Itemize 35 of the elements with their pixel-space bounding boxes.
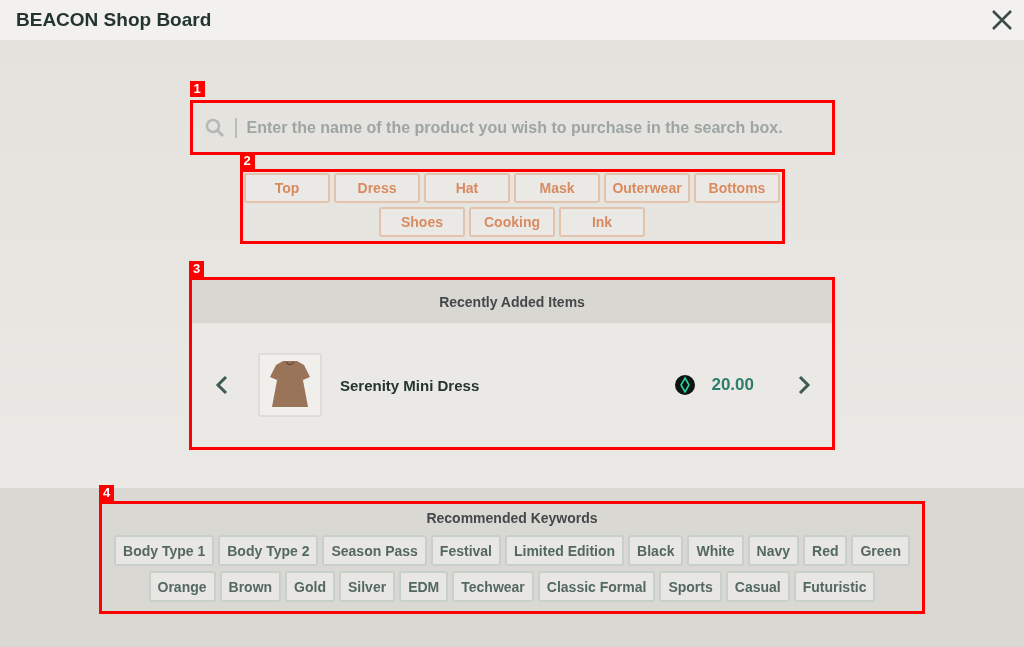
keyword-button[interactable]: Sports: [659, 571, 722, 602]
panel-title: Recently Added Items: [439, 293, 585, 310]
callout-number: 3: [189, 261, 205, 277]
close-icon[interactable]: [990, 8, 1014, 32]
keyword-button[interactable]: Body Type 1: [114, 535, 215, 566]
keyword-button[interactable]: Season Pass: [322, 535, 427, 566]
keyword-button[interactable]: Red: [803, 535, 848, 566]
keyword-button[interactable]: Classic Formal: [537, 571, 656, 602]
callout-number: 1: [189, 81, 205, 97]
keyword-button[interactable]: White: [687, 535, 744, 566]
keyword-button[interactable]: Green: [851, 535, 910, 566]
keyword-button[interactable]: Body Type 2: [218, 535, 319, 566]
product-name: Serenity Mini Dress: [340, 376, 481, 394]
callout-number: 2: [239, 153, 255, 169]
keyword-button[interactable]: Orange: [148, 571, 216, 602]
keyword-button[interactable]: Festival: [430, 535, 501, 566]
keyword-button[interactable]: Brown: [219, 571, 282, 602]
keyword-button[interactable]: Casual: [725, 571, 790, 602]
keyword-button[interactable]: Navy: [747, 535, 800, 566]
currency-icon: [675, 375, 696, 395]
callout-number: 4: [99, 485, 115, 501]
product-price: 20.00: [711, 375, 754, 395]
window-title: BEACON Shop Board: [16, 9, 212, 31]
search-icon: [204, 117, 225, 138]
keyword-button[interactable]: Limited Edition: [505, 535, 625, 566]
keyword-button[interactable]: Techwear: [452, 571, 534, 602]
search-input[interactable]: Enter the name of the product you wish to purchase in the search box.: [246, 103, 820, 152]
keyword-button[interactable]: Silver: [339, 571, 396, 602]
section-title: Recommended Keywords: [426, 509, 598, 528]
keyword-button[interactable]: EDM: [399, 571, 449, 602]
search-field[interactable]: Enter the name of the product you wish to purchase in the search box.: [189, 100, 835, 155]
keyword-button[interactable]: Black: [628, 535, 684, 566]
keyword-button[interactable]: Futuristic: [793, 571, 876, 602]
keyword-button[interactable]: Gold: [285, 571, 335, 602]
product-thumbnail[interactable]: [258, 353, 322, 417]
